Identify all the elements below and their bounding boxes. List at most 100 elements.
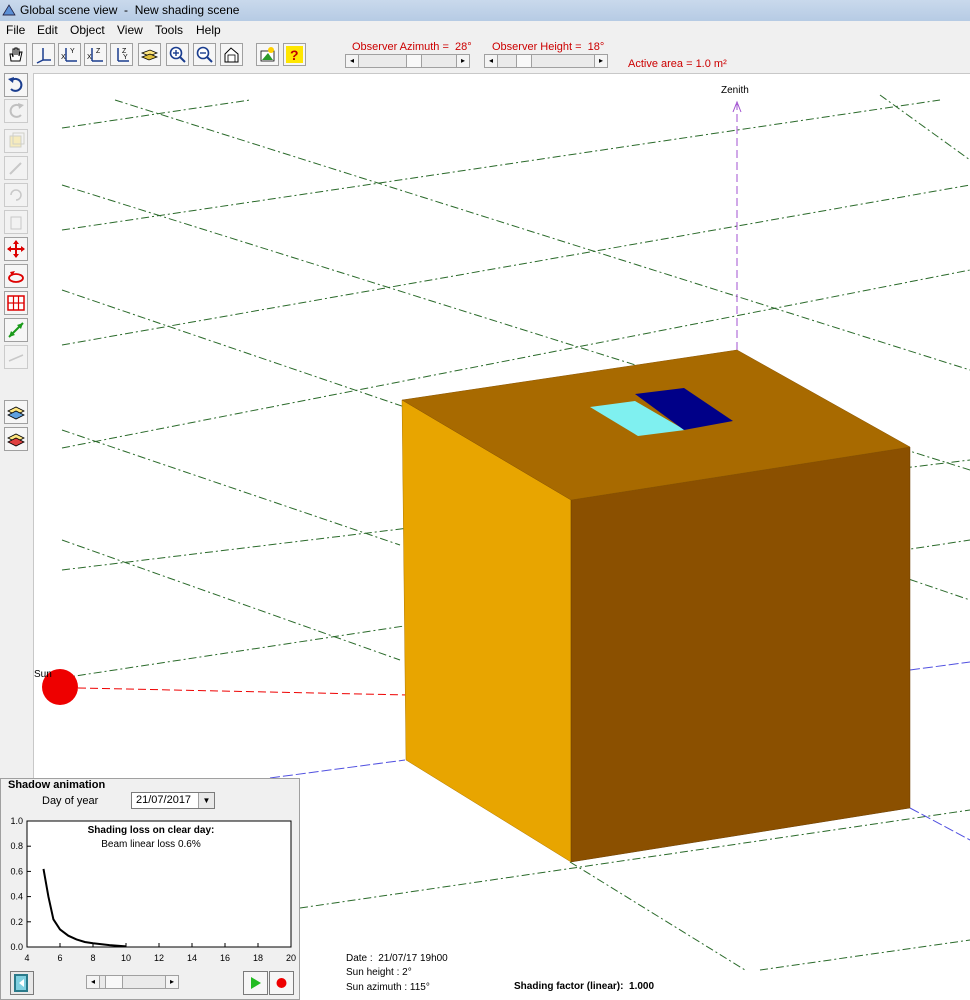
y-tick-label: 0.8	[10, 841, 23, 851]
zoom-in-button[interactable]	[166, 43, 189, 66]
rotate-icon	[8, 271, 24, 283]
time-slider[interactable]: ◂ ▸	[86, 975, 179, 989]
copy-icon	[9, 132, 25, 148]
date-value: 21/07/2017	[136, 794, 192, 806]
sun-label: Sun	[34, 669, 52, 680]
record-button[interactable]	[269, 971, 294, 995]
slider-thumb[interactable]	[406, 55, 422, 67]
chart-subtitle: Beam linear loss 0.6%	[101, 839, 201, 850]
app-icon	[2, 4, 16, 16]
y-tick-label: 0.2	[10, 917, 23, 927]
window-title: Global scene view - New shading scene	[20, 3, 240, 17]
observer-height-label: Observer Height = 18°	[492, 41, 605, 53]
date-select[interactable]: 21/07/2017 ▼	[131, 792, 215, 809]
x-tick-label: 12	[154, 953, 164, 963]
layers-icon	[7, 406, 25, 420]
exit-button[interactable]	[10, 971, 34, 995]
pan-hand-button[interactable]	[4, 43, 27, 66]
fit-view-button[interactable]	[220, 43, 243, 66]
chevron-down-icon[interactable]: ▼	[198, 793, 214, 808]
svg-text:Z: Z	[96, 48, 101, 55]
dimension-icon	[8, 354, 24, 362]
copy-button[interactable]	[4, 129, 28, 153]
dimension-button[interactable]	[4, 345, 28, 369]
play-button[interactable]	[243, 971, 268, 995]
shading-layers-button[interactable]	[4, 427, 28, 451]
scroll-right-icon[interactable]: ▸	[165, 976, 178, 988]
xy-axes-icon: YX	[61, 48, 77, 62]
exit-door-icon	[14, 974, 28, 992]
undo-button[interactable]	[4, 73, 28, 97]
y-tick-label: 0.6	[10, 866, 23, 876]
edit-object-button[interactable]	[4, 156, 28, 180]
scroll-left-icon[interactable]: ◂	[87, 976, 100, 988]
observer-azimuth-slider[interactable]: ◂ ▸	[345, 54, 470, 68]
delete-object-button[interactable]	[4, 210, 28, 234]
rotate-object-button[interactable]	[4, 183, 28, 207]
redo-button[interactable]	[4, 99, 28, 123]
chart-title: Shading loss on clear day:	[88, 825, 215, 836]
menu-view[interactable]: View	[117, 23, 143, 37]
house-icon	[224, 47, 239, 63]
move-button[interactable]	[4, 237, 28, 261]
trash-icon	[10, 216, 22, 230]
axis-line	[909, 661, 970, 671]
layers-icon	[140, 49, 159, 61]
menu-object[interactable]: Object	[70, 23, 105, 37]
shadow-animation-panel: Shadow animation Day of year 21/07/2017 …	[0, 778, 300, 1000]
rotate-icon	[10, 189, 22, 201]
status-date: Date : 21/07/17 19h00	[346, 953, 448, 964]
play-icon	[251, 977, 261, 989]
scroll-left-icon[interactable]: ◂	[485, 55, 498, 67]
day-of-year-label: Day of year	[42, 795, 99, 807]
render-button[interactable]	[256, 43, 279, 66]
toolbar: YX ZX ZY ? Observer Azimuth = 28° ◂ ▸ Ob…	[0, 39, 970, 74]
sun-ray	[77, 687, 411, 696]
menu-file[interactable]: File	[6, 23, 25, 37]
status-shading-factor: Shading factor (linear): 1.000	[514, 981, 655, 992]
view-xz-button[interactable]: ZX	[84, 43, 107, 66]
x-tick-label: 14	[187, 953, 197, 963]
help-button[interactable]: ?	[283, 43, 306, 66]
pencil-icon	[9, 162, 22, 175]
zoom-out-icon	[196, 46, 213, 63]
measure-button[interactable]	[4, 318, 28, 342]
observer-height-slider[interactable]: ◂ ▸	[484, 54, 608, 68]
svg-text:Y: Y	[123, 54, 128, 61]
move-arrows-icon	[7, 240, 25, 258]
scroll-right-icon[interactable]: ▸	[456, 55, 469, 67]
y-tick-label: 0.0	[10, 942, 23, 952]
shadow-animation-title: Shadow animation	[8, 779, 106, 791]
rotate-button[interactable]	[4, 264, 28, 288]
status-sun-azimuth: Sun azimuth : 115°	[346, 982, 430, 993]
svg-text:Y: Y	[70, 48, 75, 55]
observer-azimuth-label: Observer Azimuth = 28°	[352, 41, 472, 53]
zoom-in-icon	[169, 46, 186, 63]
scroll-left-icon[interactable]: ◂	[346, 55, 359, 67]
grid-button[interactable]	[4, 291, 28, 315]
xz-axes-icon: ZX	[87, 48, 103, 62]
axis-view-button[interactable]	[32, 43, 55, 66]
slider-thumb[interactable]	[516, 55, 532, 67]
menu-bar: File Edit Object View Tools Help	[0, 21, 970, 39]
slider-thumb[interactable]	[105, 976, 123, 988]
y-tick-label: 1.0	[10, 816, 23, 826]
menu-tools[interactable]: Tools	[155, 23, 183, 37]
zoom-out-button[interactable]	[193, 43, 216, 66]
status-sun-height: Sun height : 2°	[346, 967, 412, 978]
x-tick-label: 16	[220, 953, 230, 963]
svg-text:?: ?	[290, 47, 299, 63]
axis-line	[269, 759, 406, 779]
hand-icon	[9, 47, 23, 62]
zenith-label: Zenith	[721, 85, 749, 96]
axis-line	[909, 807, 970, 841]
scroll-right-icon[interactable]: ▸	[594, 55, 607, 67]
menu-edit[interactable]: Edit	[37, 23, 58, 37]
layers-button[interactable]	[138, 43, 161, 66]
svg-text:X: X	[61, 54, 66, 61]
menu-help[interactable]: Help	[196, 23, 221, 37]
record-icon	[276, 978, 287, 988]
layers-view-button[interactable]	[4, 400, 28, 424]
view-yz-button[interactable]: ZY	[110, 43, 133, 66]
view-xy-button[interactable]: YX	[58, 43, 81, 66]
